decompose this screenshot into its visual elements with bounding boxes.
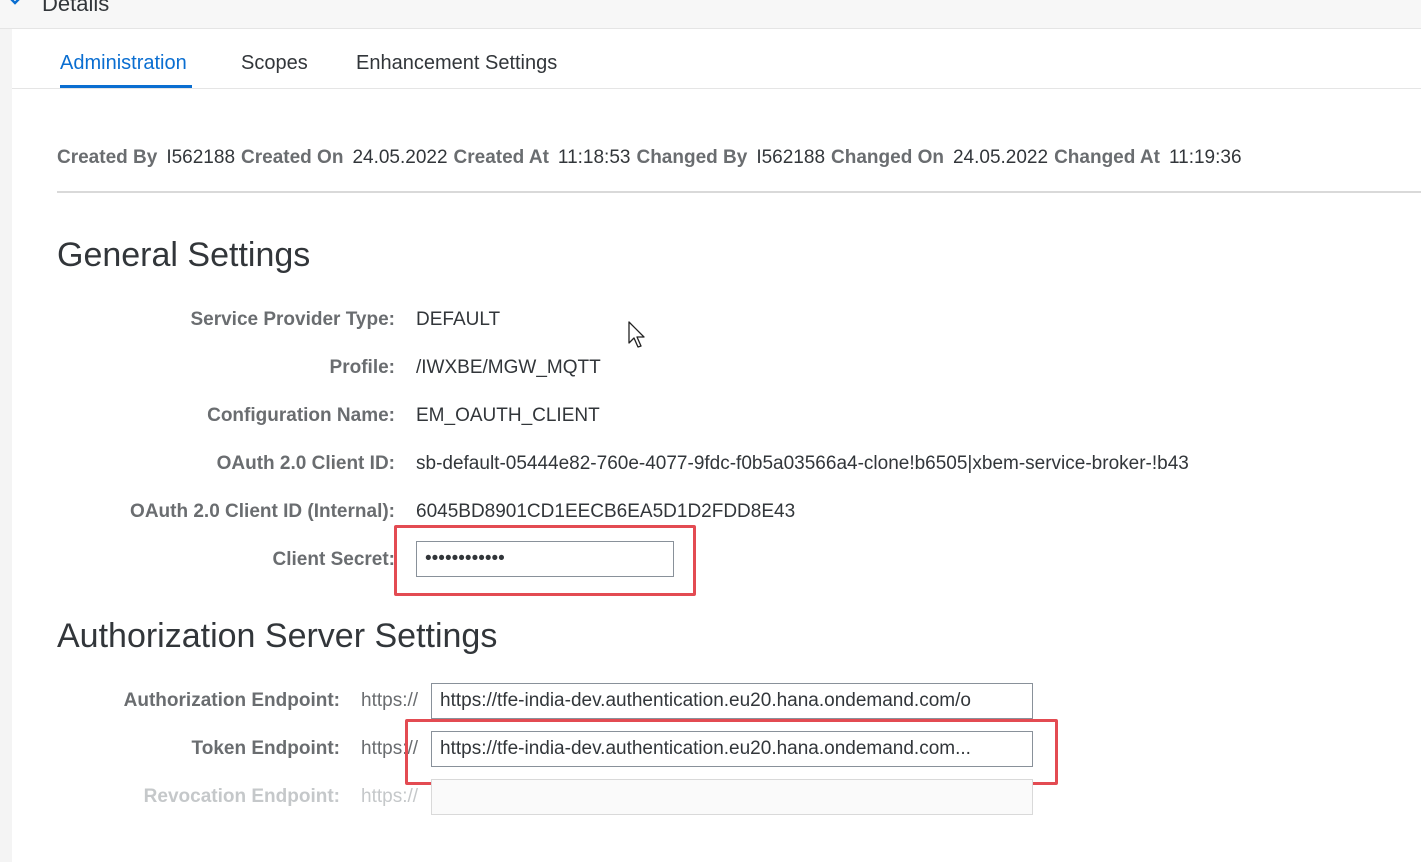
client-id-internal-label: OAuth 2.0 Client ID (Internal): xyxy=(130,501,395,522)
audit-info: Created By I562188 Created On 24.05.2022 Cre… xyxy=(57,147,1248,169)
created-at-label: Created At xyxy=(453,147,549,168)
profile-value: /IWXBE/MGW_MQTT xyxy=(416,357,601,378)
authorization-endpoint-label: Authorization Endpoint: xyxy=(123,690,340,711)
tabs-divider xyxy=(12,88,1421,89)
mouse-cursor-icon xyxy=(628,321,645,348)
changed-on-label: Changed On xyxy=(831,147,944,168)
audit-divider xyxy=(57,191,1421,193)
client-id-value: sb-default-05444e82-760e-4077-9fdc-f0b5a… xyxy=(416,453,1189,474)
created-by-label: Created By xyxy=(57,147,158,168)
authorization-endpoint-prefix: https:// xyxy=(361,690,419,711)
tab-administration[interactable]: Administration xyxy=(60,52,187,83)
details-header[interactable]: Details xyxy=(0,0,1421,29)
auth-server-settings-title: Authorization Server Settings xyxy=(57,617,498,655)
left-gutter xyxy=(0,29,12,862)
profile-label: Profile: xyxy=(329,357,395,378)
revocation-endpoint-prefix: https:// xyxy=(361,786,419,807)
details-title: Details xyxy=(42,0,110,16)
created-by-value: I562188 xyxy=(166,147,236,168)
revocation-endpoint-input xyxy=(431,779,1033,815)
created-on-value: 24.05.2022 xyxy=(352,147,448,168)
service-provider-type-value: DEFAULT xyxy=(416,309,501,330)
changed-by-value: I562188 xyxy=(756,147,826,168)
token-endpoint-input[interactable]: https://tfe-india-dev.authentication.eu2… xyxy=(431,731,1033,767)
general-settings-title: General Settings xyxy=(57,236,311,274)
configuration-name-value: EM_OAUTH_CLIENT xyxy=(416,405,600,426)
client-secret-label: Client Secret: xyxy=(272,549,395,570)
changed-by-label: Changed By xyxy=(636,147,748,168)
revocation-endpoint-label: Revocation Endpoint: xyxy=(143,786,340,807)
changed-on-value: 24.05.2022 xyxy=(952,147,1049,168)
client-id-label: OAuth 2.0 Client ID: xyxy=(216,453,395,474)
page: Details Administration Scopes Enhancemen… xyxy=(0,0,1421,862)
tab-enhancement-settings[interactable]: Enhancement Settings xyxy=(356,52,557,83)
changed-at-value: 11:19:36 xyxy=(1168,147,1242,168)
created-on-label: Created On xyxy=(241,147,344,168)
client-id-internal-value: 6045BD8901CD1EECB6EA5D1D2FDD8E43 xyxy=(416,501,796,522)
token-endpoint-prefix: https:// xyxy=(361,738,419,759)
authorization-endpoint-input[interactable]: https://tfe-india-dev.authentication.eu2… xyxy=(431,683,1033,719)
configuration-name-label: Configuration Name: xyxy=(207,405,395,426)
client-secret-input[interactable]: •••••••••••• xyxy=(416,541,674,577)
created-at-value: 11:18:53 xyxy=(557,147,631,168)
tab-scopes[interactable]: Scopes xyxy=(241,52,308,83)
chevron-down-icon[interactable] xyxy=(4,0,26,12)
changed-at-label: Changed At xyxy=(1054,147,1160,168)
token-endpoint-label: Token Endpoint: xyxy=(191,738,340,759)
service-provider-type-label: Service Provider Type: xyxy=(190,309,395,330)
